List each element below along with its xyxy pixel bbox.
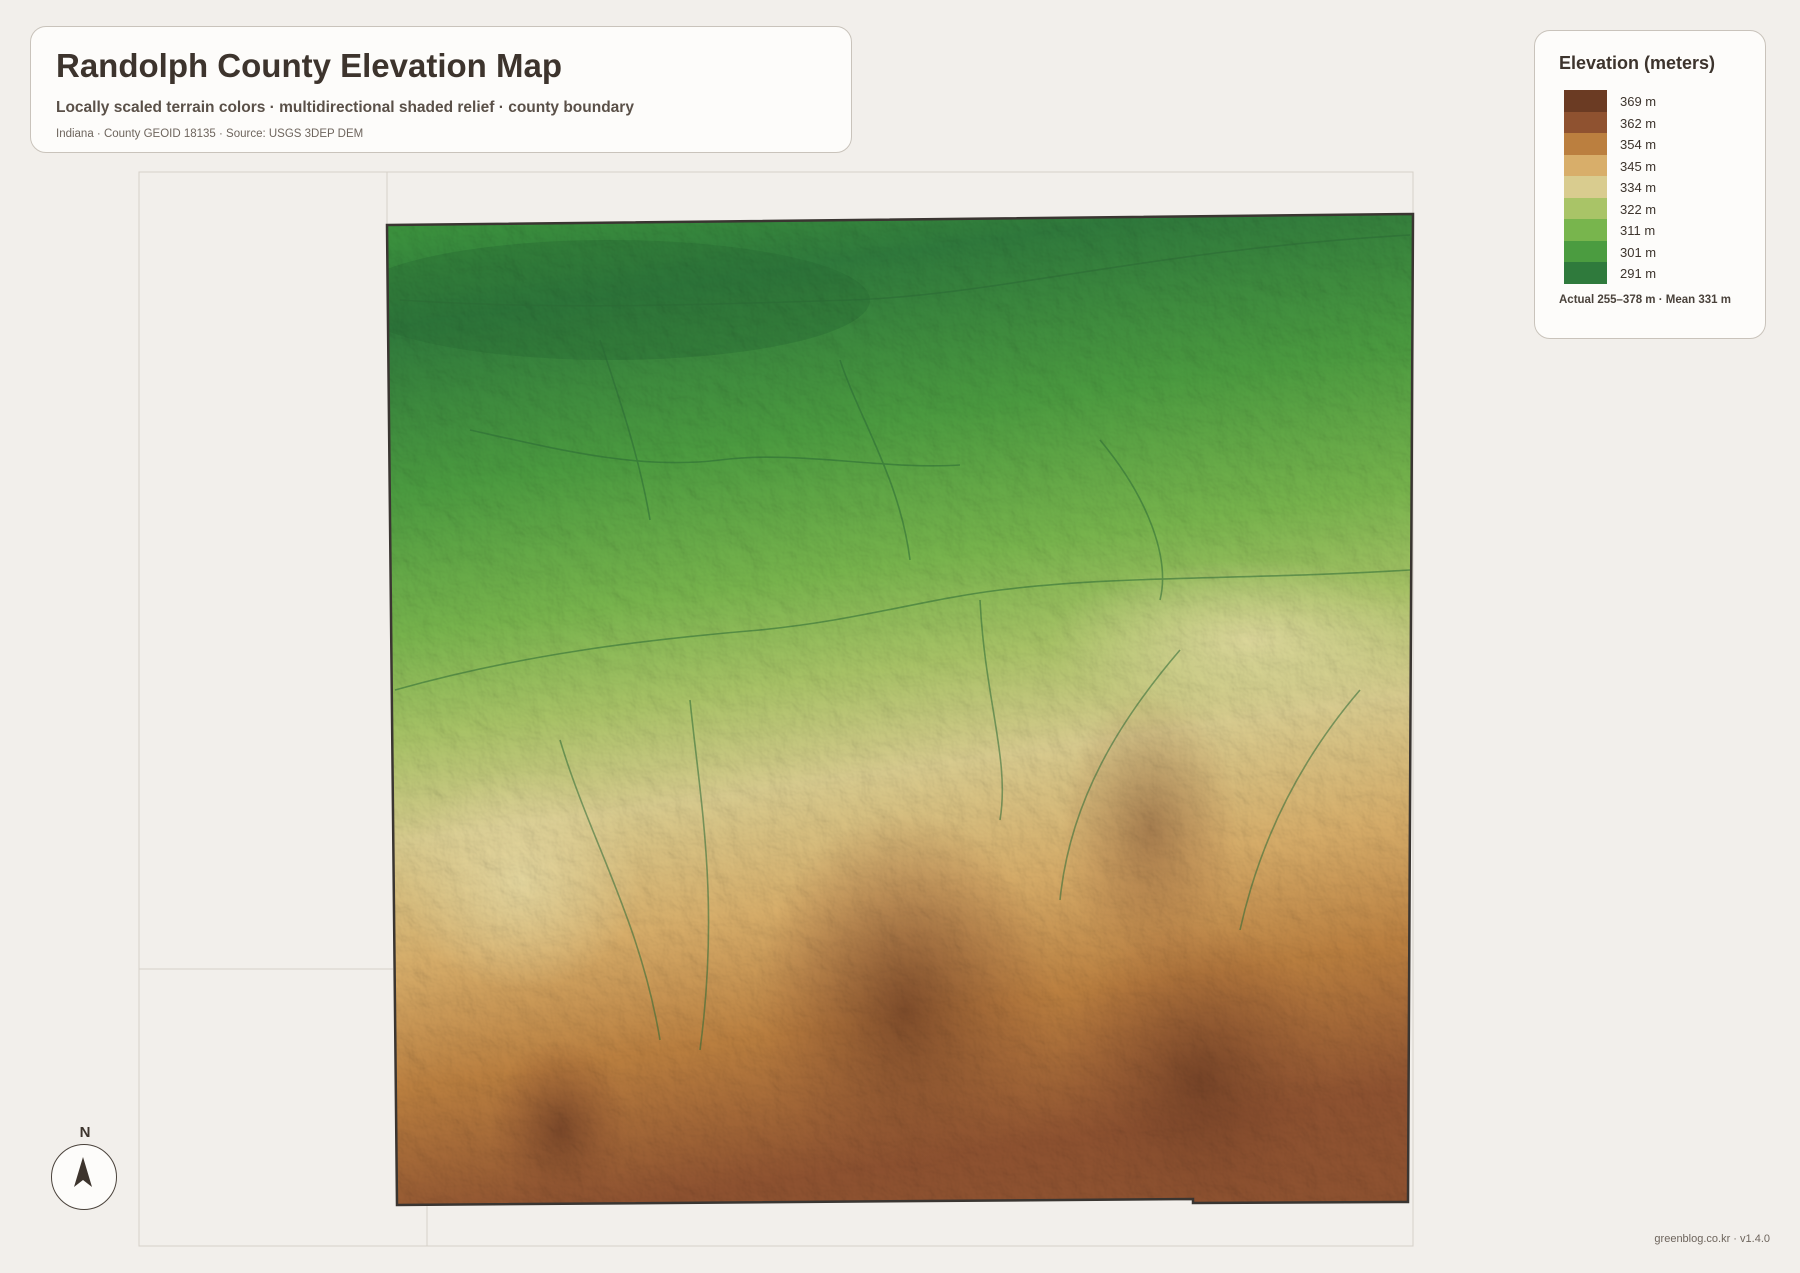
terrain-layer [387, 214, 1413, 1205]
map-canvas [138, 171, 1415, 1247]
legend-entry: 345 m [1564, 154, 1744, 176]
legend-entry: 369 m [1564, 90, 1744, 112]
legend-entry-label: 311 m [1620, 223, 1656, 238]
legend-entry: 291 m [1564, 262, 1744, 284]
legend-entry: 322 m [1564, 197, 1744, 219]
legend-swatch [1564, 133, 1607, 155]
legend-entry-label: 354 m [1620, 137, 1657, 152]
elevation-legend: Elevation (meters) 369 m 362 m 354 m 345… [1534, 30, 1766, 339]
legend-swatch [1564, 197, 1607, 219]
north-arrow-icon [74, 1157, 92, 1187]
north-arrow: N [51, 1124, 119, 1212]
footer-credit: greenblog.co.kr · v1.4.0 [1654, 1233, 1770, 1245]
legend-swatch [1564, 111, 1607, 133]
legend-entries: 369 m 362 m 354 m 345 m 334 m 322 m 311 … [1564, 90, 1744, 284]
legend-entry: 362 m [1564, 111, 1744, 133]
north-label: N [79, 1124, 91, 1141]
legend-entry-label: 369 m [1620, 94, 1657, 109]
legend-entry-label: 301 m [1620, 244, 1657, 260]
legend-entry: 311 m [1564, 219, 1744, 241]
legend-entry-label: 322 m [1620, 201, 1657, 217]
legend-title: Elevation (meters) [1559, 53, 1716, 73]
legend-swatch [1564, 262, 1607, 284]
legend-swatch [1564, 219, 1607, 241]
legend-swatch [1564, 240, 1607, 262]
legend-entry-label: 362 m [1620, 115, 1657, 131]
legend-entry-label: 291 m [1620, 266, 1657, 281]
legend-swatch [1564, 176, 1607, 198]
legend-swatch [1564, 90, 1607, 112]
compass-circle [51, 1144, 117, 1210]
legend-entry-label: 345 m [1620, 158, 1657, 174]
legend-entry: 301 m [1564, 240, 1744, 262]
legend-swatch [1564, 154, 1607, 176]
legend-entry: 354 m [1564, 133, 1744, 155]
legend-entry-label: 334 m [1620, 180, 1657, 195]
legend-entry: 334 m [1564, 176, 1744, 198]
legend-stats: Actual 255–378 m · Mean 331 m [1559, 294, 1731, 306]
